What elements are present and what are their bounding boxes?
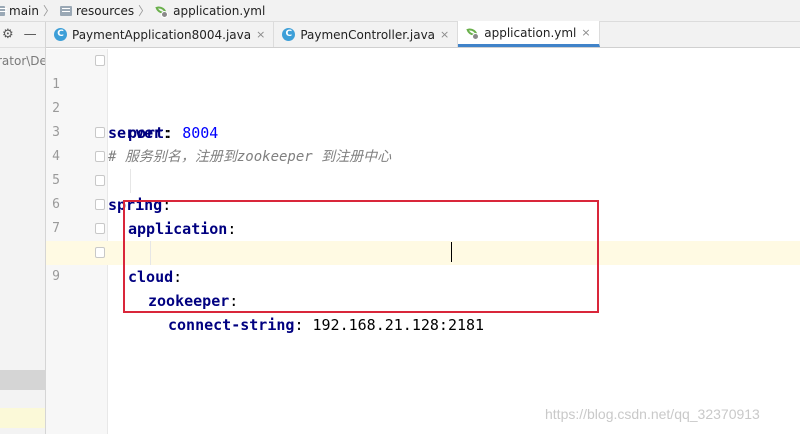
fold-icon[interactable] bbox=[95, 175, 105, 186]
code-line[interactable]: 5 application: bbox=[46, 145, 800, 238]
breadcrumb-item-application-yml[interactable]: application.yml bbox=[155, 0, 266, 21]
tab-paymen-controller[interactable]: C PaymenController.java × bbox=[274, 22, 459, 47]
text-cursor bbox=[451, 242, 452, 262]
breadcrumb-item-main[interactable]: main bbox=[0, 0, 39, 21]
fold-icon[interactable] bbox=[95, 247, 105, 258]
line-number: 9 bbox=[52, 269, 60, 284]
fold-icon[interactable] bbox=[95, 199, 105, 210]
code-line[interactable]: 6 name: cloud-provider-payment bbox=[46, 169, 800, 262]
fold-icon[interactable] bbox=[95, 55, 105, 66]
indent-guide bbox=[130, 169, 131, 193]
breadcrumb-label: resources bbox=[76, 3, 135, 18]
java-class-icon: C bbox=[282, 28, 296, 41]
tab-payment-application[interactable]: C PaymentApplication8004.java × bbox=[46, 22, 275, 47]
folder-icon bbox=[0, 5, 7, 16]
yaml-key: connect-string bbox=[168, 316, 295, 334]
java-class-icon: C bbox=[54, 28, 67, 41]
yml-file-icon bbox=[155, 4, 169, 18]
fold-icon[interactable] bbox=[95, 151, 105, 162]
tab-label: PaymentApplication8004.java bbox=[72, 27, 252, 42]
tab-label: application.yml bbox=[484, 25, 577, 40]
yaml-value: 192.168.21.128:2181 bbox=[312, 316, 485, 334]
code-line[interactable]: 2 port: 8004 bbox=[46, 73, 800, 142]
close-icon[interactable]: × bbox=[256, 28, 265, 41]
breadcrumb-label: main bbox=[9, 3, 39, 18]
close-icon[interactable]: × bbox=[581, 26, 590, 39]
code-line[interactable]: 3 # 服务别名，注册到zookeeper 到注册中心 bbox=[46, 97, 800, 165]
hide-panel-icon[interactable]: — bbox=[24, 27, 37, 42]
project-panel: ⚙ — rator\De bbox=[0, 22, 46, 434]
code-line[interactable]: 1 server: bbox=[46, 49, 800, 142]
yml-file-icon bbox=[466, 26, 480, 40]
project-tree-highlight-row[interactable] bbox=[0, 408, 45, 428]
tab-label: PaymenController.java bbox=[300, 27, 436, 42]
chevron-right-icon: 〉 bbox=[138, 4, 151, 18]
tab-application-yml[interactable]: application.yml × bbox=[458, 21, 600, 47]
project-panel-toolbar: ⚙ — bbox=[0, 22, 45, 48]
chevron-right-icon: 〉 bbox=[42, 4, 55, 18]
gear-icon[interactable]: ⚙ bbox=[2, 27, 14, 42]
breadcrumb-item-resources[interactable]: resources bbox=[60, 0, 135, 21]
project-path-fragment: rator\De bbox=[0, 54, 46, 68]
folder-icon bbox=[60, 5, 72, 16]
code-line[interactable]: 4 spring: bbox=[46, 121, 800, 214]
fold-icon[interactable] bbox=[95, 127, 105, 138]
close-icon[interactable]: × bbox=[440, 28, 449, 41]
yaml-separator: : bbox=[294, 316, 313, 334]
project-tree-selected-row[interactable] bbox=[0, 370, 45, 390]
breadcrumb-label: application.yml bbox=[173, 3, 266, 18]
fold-icon[interactable] bbox=[95, 223, 105, 234]
watermark: https://blog.csdn.net/qq_32370913 bbox=[545, 406, 760, 422]
highlight-annotation-box bbox=[123, 200, 599, 313]
breadcrumb: main 〉 resources 〉 application.yml bbox=[0, 0, 800, 22]
editor-tab-bar: C PaymentApplication8004.java × C Paymen… bbox=[46, 21, 800, 48]
